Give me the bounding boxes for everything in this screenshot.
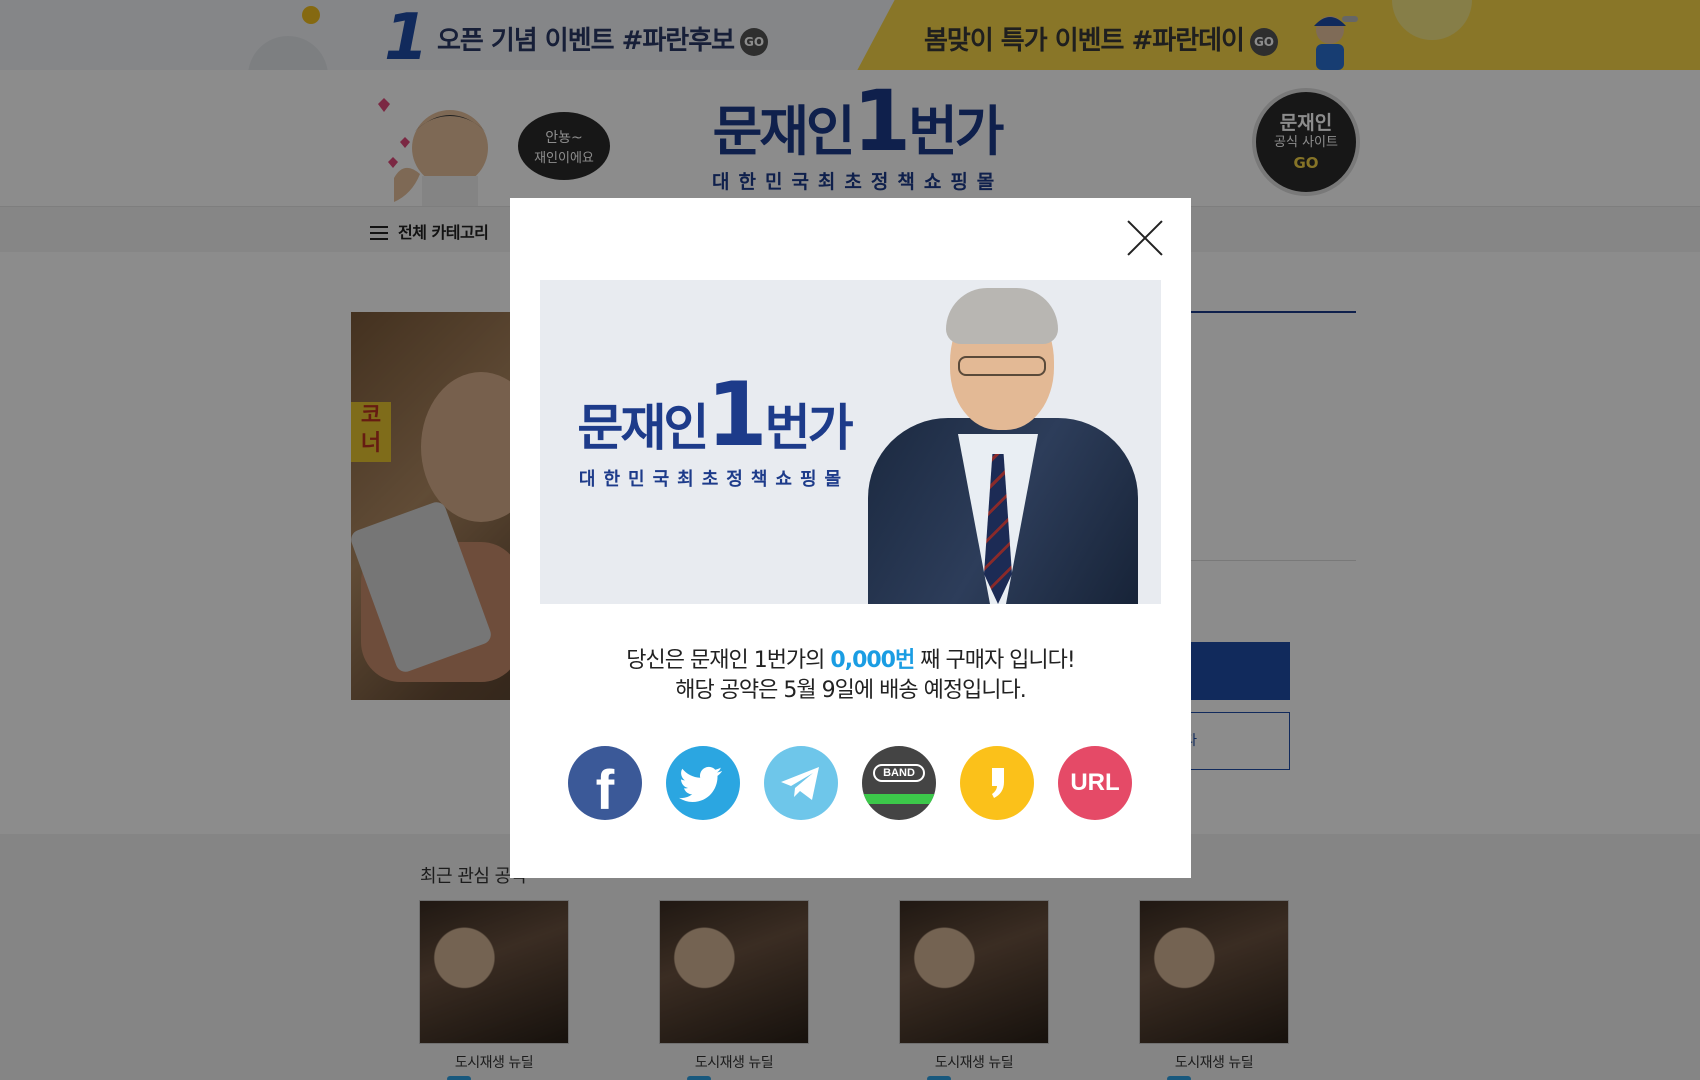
kakaostory-share-button[interactable] bbox=[960, 746, 1034, 820]
facebook-share-button[interactable]: f bbox=[568, 746, 642, 820]
banner-logo-wordmark: 문재인1번가 bbox=[574, 371, 854, 467]
portrait-hair bbox=[946, 288, 1058, 344]
buyer-number-message: 당신은 문재인 1번가의 0,000번 째 구매자 입니다! bbox=[510, 642, 1191, 674]
buyer-number: 0,000번 bbox=[830, 648, 915, 673]
band-stripe bbox=[862, 794, 936, 804]
banner-logo-suffix: 번가 bbox=[764, 399, 854, 457]
modal-banner-logo: 문재인1번가 대한민국최초정책쇼핑몰 bbox=[574, 371, 854, 491]
kakaostory-quote-icon bbox=[992, 768, 1004, 798]
band-icon: BAND bbox=[873, 764, 925, 782]
close-icon[interactable] bbox=[1124, 216, 1168, 260]
banner-logo-tagline: 대한민국최초정책쇼핑몰 bbox=[578, 469, 850, 490]
copy-url-button[interactable]: URL bbox=[1058, 746, 1132, 820]
portrait-glasses bbox=[958, 356, 1046, 376]
telegram-plane-icon bbox=[781, 767, 819, 800]
delivery-message: 해당 공약은 5월 9일에 배송 예정입니다. bbox=[675, 678, 1027, 703]
twitter-share-button[interactable] bbox=[666, 746, 740, 820]
url-icon: URL bbox=[1070, 769, 1120, 796]
message-prefix: 당신은 문재인 1번가의 bbox=[626, 648, 831, 673]
banner-logo-one: 1 bbox=[706, 363, 767, 466]
band-share-button[interactable]: BAND bbox=[862, 746, 936, 820]
banner-logo-prefix: 문재인 bbox=[577, 399, 709, 457]
share-buttons: f BAND URL bbox=[568, 746, 1134, 820]
facebook-icon: f bbox=[595, 758, 615, 820]
modal-banner: 문재인1번가 대한민국최초정책쇼핑몰 bbox=[540, 280, 1161, 604]
telegram-share-button[interactable] bbox=[764, 746, 838, 820]
candidate-portrait bbox=[858, 284, 1148, 604]
twitter-bird-icon bbox=[679, 766, 722, 802]
message-suffix: 째 구매자 입니다! bbox=[914, 648, 1076, 673]
purchase-complete-modal: 문재인1번가 대한민국최초정책쇼핑몰 당신은 문재인 1번가의 0,000번 째… bbox=[510, 198, 1191, 878]
